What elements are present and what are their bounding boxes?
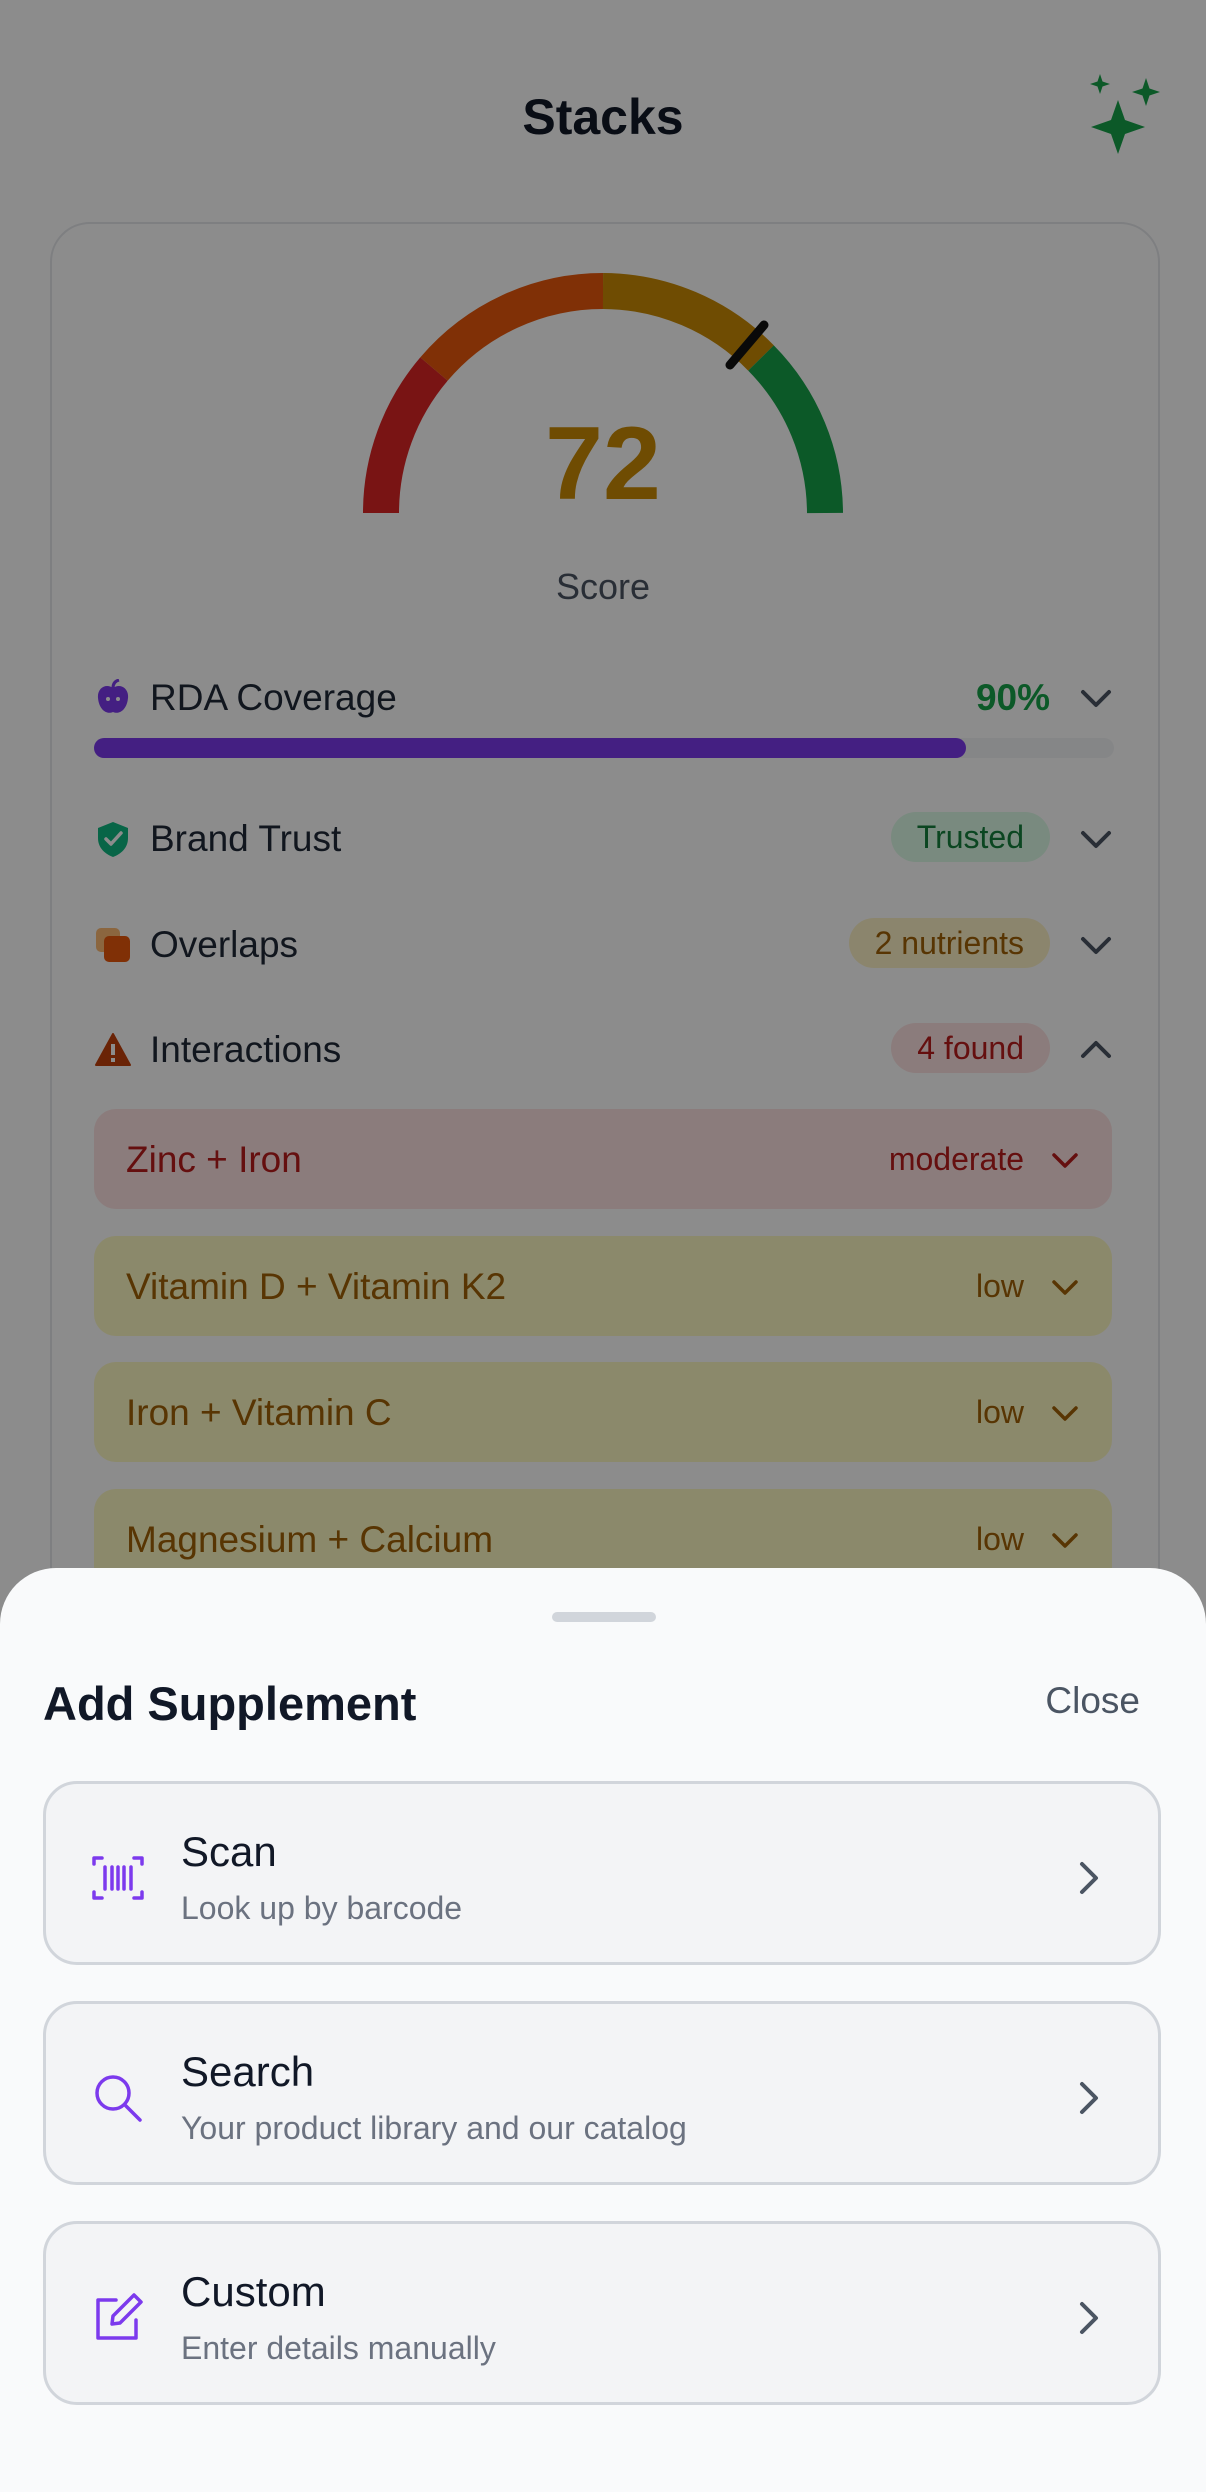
chevron-right-icon <box>1080 2082 1098 2114</box>
option-subtitle: Enter details manually <box>181 2330 496 2366</box>
option-title: Scan <box>181 1828 277 1875</box>
sheet-drag-handle[interactable] <box>552 1612 656 1622</box>
option-subtitle: Look up by barcode <box>181 1890 463 1926</box>
search-option[interactable]: Search Your product library and our cata… <box>43 2001 1161 2185</box>
add-supplement-sheet: Add Supplement Close Scan Look up by bar… <box>0 1568 1206 2492</box>
option-title: Search <box>181 2048 315 2095</box>
option-title: Custom <box>181 2268 326 2315</box>
search-icon <box>95 2075 142 2122</box>
chevron-right-icon <box>1080 2302 1098 2334</box>
close-button[interactable]: Close <box>1045 1680 1140 1722</box>
option-subtitle: Your product library and our catalog <box>181 2110 687 2146</box>
barcode-icon <box>92 1856 144 1900</box>
sheet-title: Add Supplement <box>43 1677 417 1730</box>
chevron-right-icon <box>1080 1862 1098 1894</box>
edit-icon <box>96 2293 143 2340</box>
scan-option[interactable]: Scan Look up by barcode <box>43 1781 1161 1965</box>
custom-option[interactable]: Custom Enter details manually <box>43 2221 1161 2405</box>
